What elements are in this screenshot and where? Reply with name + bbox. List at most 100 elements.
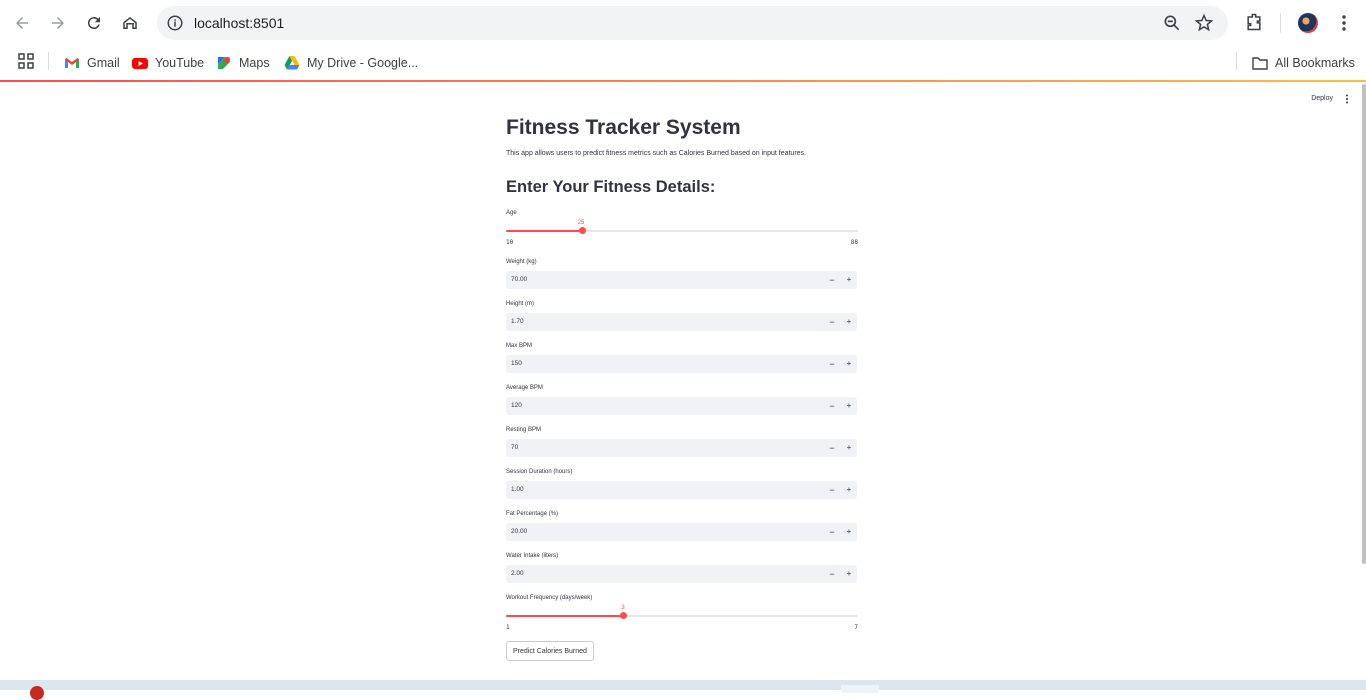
gmail-icon [65, 58, 79, 68]
max-bpm-value[interactable]: 150 [511, 360, 522, 367]
water-intake-increment-button[interactable]: + [845, 569, 853, 579]
water-intake-input[interactable]: 2.00 − + [506, 565, 857, 583]
weight-value[interactable]: 70.00 [511, 276, 527, 283]
session-duration-increment-button[interactable]: + [845, 485, 853, 495]
age-slider-fill [506, 230, 583, 232]
profile-avatar[interactable] [1298, 13, 1318, 33]
avg-bpm-input[interactable]: 120 − + [506, 397, 857, 415]
all-bookmarks[interactable]: All Bookmarks [1252, 52, 1355, 74]
max-bpm-label: Max BPM [506, 343, 533, 349]
browser-toolbar: localhost:8501 [0, 0, 1366, 45]
bookmark-label: Maps [239, 56, 270, 70]
apps-grid-icon[interactable] [18, 53, 34, 69]
predict-button[interactable]: Predict Calories Burned [506, 641, 594, 661]
scrollbar[interactable] [1362, 84, 1366, 564]
page-description: This app allows users to predict fitness… [506, 150, 806, 157]
browser-menu-icon[interactable] [1336, 13, 1352, 33]
age-slider-min: 10 [506, 239, 514, 246]
app-menu-icon[interactable] [1345, 94, 1349, 104]
fat-percentage-label: Fat Percentage (%) [506, 511, 559, 517]
bookmark-maps[interactable]: Maps [216, 52, 270, 74]
height-label: Height (m) [506, 301, 535, 307]
all-bookmarks-label: All Bookmarks [1275, 56, 1355, 70]
os-taskbar [0, 680, 1366, 700]
weight-increment-button[interactable]: + [845, 275, 853, 285]
workout-slider-value: 3 [621, 605, 625, 611]
session-duration-decrement-button[interactable]: − [828, 485, 836, 495]
resting-bpm-value[interactable]: 70 [511, 444, 518, 451]
forward-button[interactable] [45, 10, 71, 36]
avg-bpm-decrement-button[interactable]: − [828, 401, 836, 411]
workout-slider-thumb[interactable] [619, 612, 627, 619]
extensions-icon[interactable] [1244, 12, 1264, 32]
bookmark-drive[interactable]: My Drive - Google... [284, 52, 418, 74]
workout-slider-min: 1 [506, 624, 510, 631]
age-label: Age [506, 210, 517, 216]
bookmarks-divider [1236, 52, 1237, 70]
fat-percentage-increment-button[interactable]: + [845, 527, 853, 537]
bookmark-label: YouTube [155, 56, 205, 70]
bookmark-star-icon[interactable] [1194, 13, 1214, 33]
resting-bpm-label: Resting BPM [506, 427, 542, 433]
water-intake-value[interactable]: 2.00 [511, 570, 524, 577]
url-text[interactable]: localhost:8501 [194, 15, 284, 31]
session-duration-input[interactable]: 1.00 − + [506, 481, 857, 499]
deploy-button[interactable]: Deploy [1311, 95, 1333, 102]
resting-bpm-decrement-button[interactable]: − [828, 443, 836, 453]
taskbar-item[interactable] [841, 685, 879, 693]
zoom-icon[interactable] [1162, 13, 1182, 33]
weight-decrement-button[interactable]: − [828, 275, 836, 285]
bookmarks-divider [48, 52, 49, 70]
avg-bpm-increment-button[interactable]: + [845, 401, 853, 411]
home-button[interactable] [117, 10, 143, 36]
taskbar-app-icon[interactable] [30, 686, 44, 700]
session-duration-label: Session Duration (hours) [506, 469, 573, 475]
workout-frequency-slider[interactable] [506, 612, 858, 619]
address-bar[interactable]: localhost:8501 [157, 6, 1228, 40]
avg-bpm-label: Average BPM [506, 385, 543, 391]
max-bpm-decrement-button[interactable]: − [828, 359, 836, 369]
bookmark-label: My Drive - Google... [307, 56, 419, 70]
height-input[interactable]: 1.70 − + [506, 313, 857, 331]
fat-percentage-value[interactable]: 20.00 [511, 528, 527, 535]
water-intake-label: Water Intake (liters) [506, 553, 559, 559]
age-slider[interactable] [506, 227, 858, 234]
avg-bpm-value[interactable]: 120 [511, 402, 522, 409]
info-icon[interactable] [166, 14, 184, 32]
height-value[interactable]: 1.70 [511, 318, 524, 325]
weight-label: Weight (kg) [506, 259, 537, 265]
workout-slider-fill [506, 615, 624, 617]
workout-slider-max: 7 [854, 624, 858, 631]
session-duration-value[interactable]: 1.00 [511, 486, 524, 493]
section-heading: Enter Your Fitness Details: [506, 178, 716, 196]
arrow-right-icon [52, 17, 64, 29]
bookmark-youtube[interactable]: YouTube [132, 52, 204, 74]
reload-icon [87, 17, 100, 30]
resting-bpm-input[interactable]: 70 − + [506, 439, 857, 457]
workout-frequency-label: Workout Frequency (days/week) [506, 595, 593, 601]
bookmark-gmail[interactable]: Gmail [64, 52, 120, 74]
folder-icon [1252, 57, 1268, 70]
age-slider-value: 25 [577, 220, 585, 226]
arrow-left-icon [16, 17, 28, 29]
weight-input[interactable]: 70.00 − + [506, 271, 857, 289]
water-intake-decrement-button[interactable]: − [828, 569, 836, 579]
maps-icon [218, 57, 230, 69]
max-bpm-input[interactable]: 150 − + [506, 355, 857, 373]
age-slider-thumb[interactable] [579, 227, 587, 234]
fat-percentage-decrement-button[interactable]: − [828, 527, 836, 537]
app-viewport: Deploy Fitness Tracker System This app a… [0, 82, 1366, 680]
max-bpm-increment-button[interactable]: + [845, 359, 853, 369]
bookmark-label: Gmail [87, 56, 120, 70]
youtube-icon [132, 58, 148, 69]
resting-bpm-increment-button[interactable]: + [845, 443, 853, 453]
age-slider-max: 88 [850, 239, 858, 246]
back-button[interactable] [9, 10, 35, 36]
page-title: Fitness Tracker System [506, 116, 741, 139]
drive-icon [284, 56, 300, 70]
bookmarks-bar: Gmail YouTube Maps My Drive - Google... … [0, 45, 1366, 81]
height-decrement-button[interactable]: − [828, 317, 836, 327]
height-increment-button[interactable]: + [845, 317, 853, 327]
reload-button[interactable] [81, 10, 107, 36]
fat-percentage-input[interactable]: 20.00 − + [506, 523, 857, 541]
